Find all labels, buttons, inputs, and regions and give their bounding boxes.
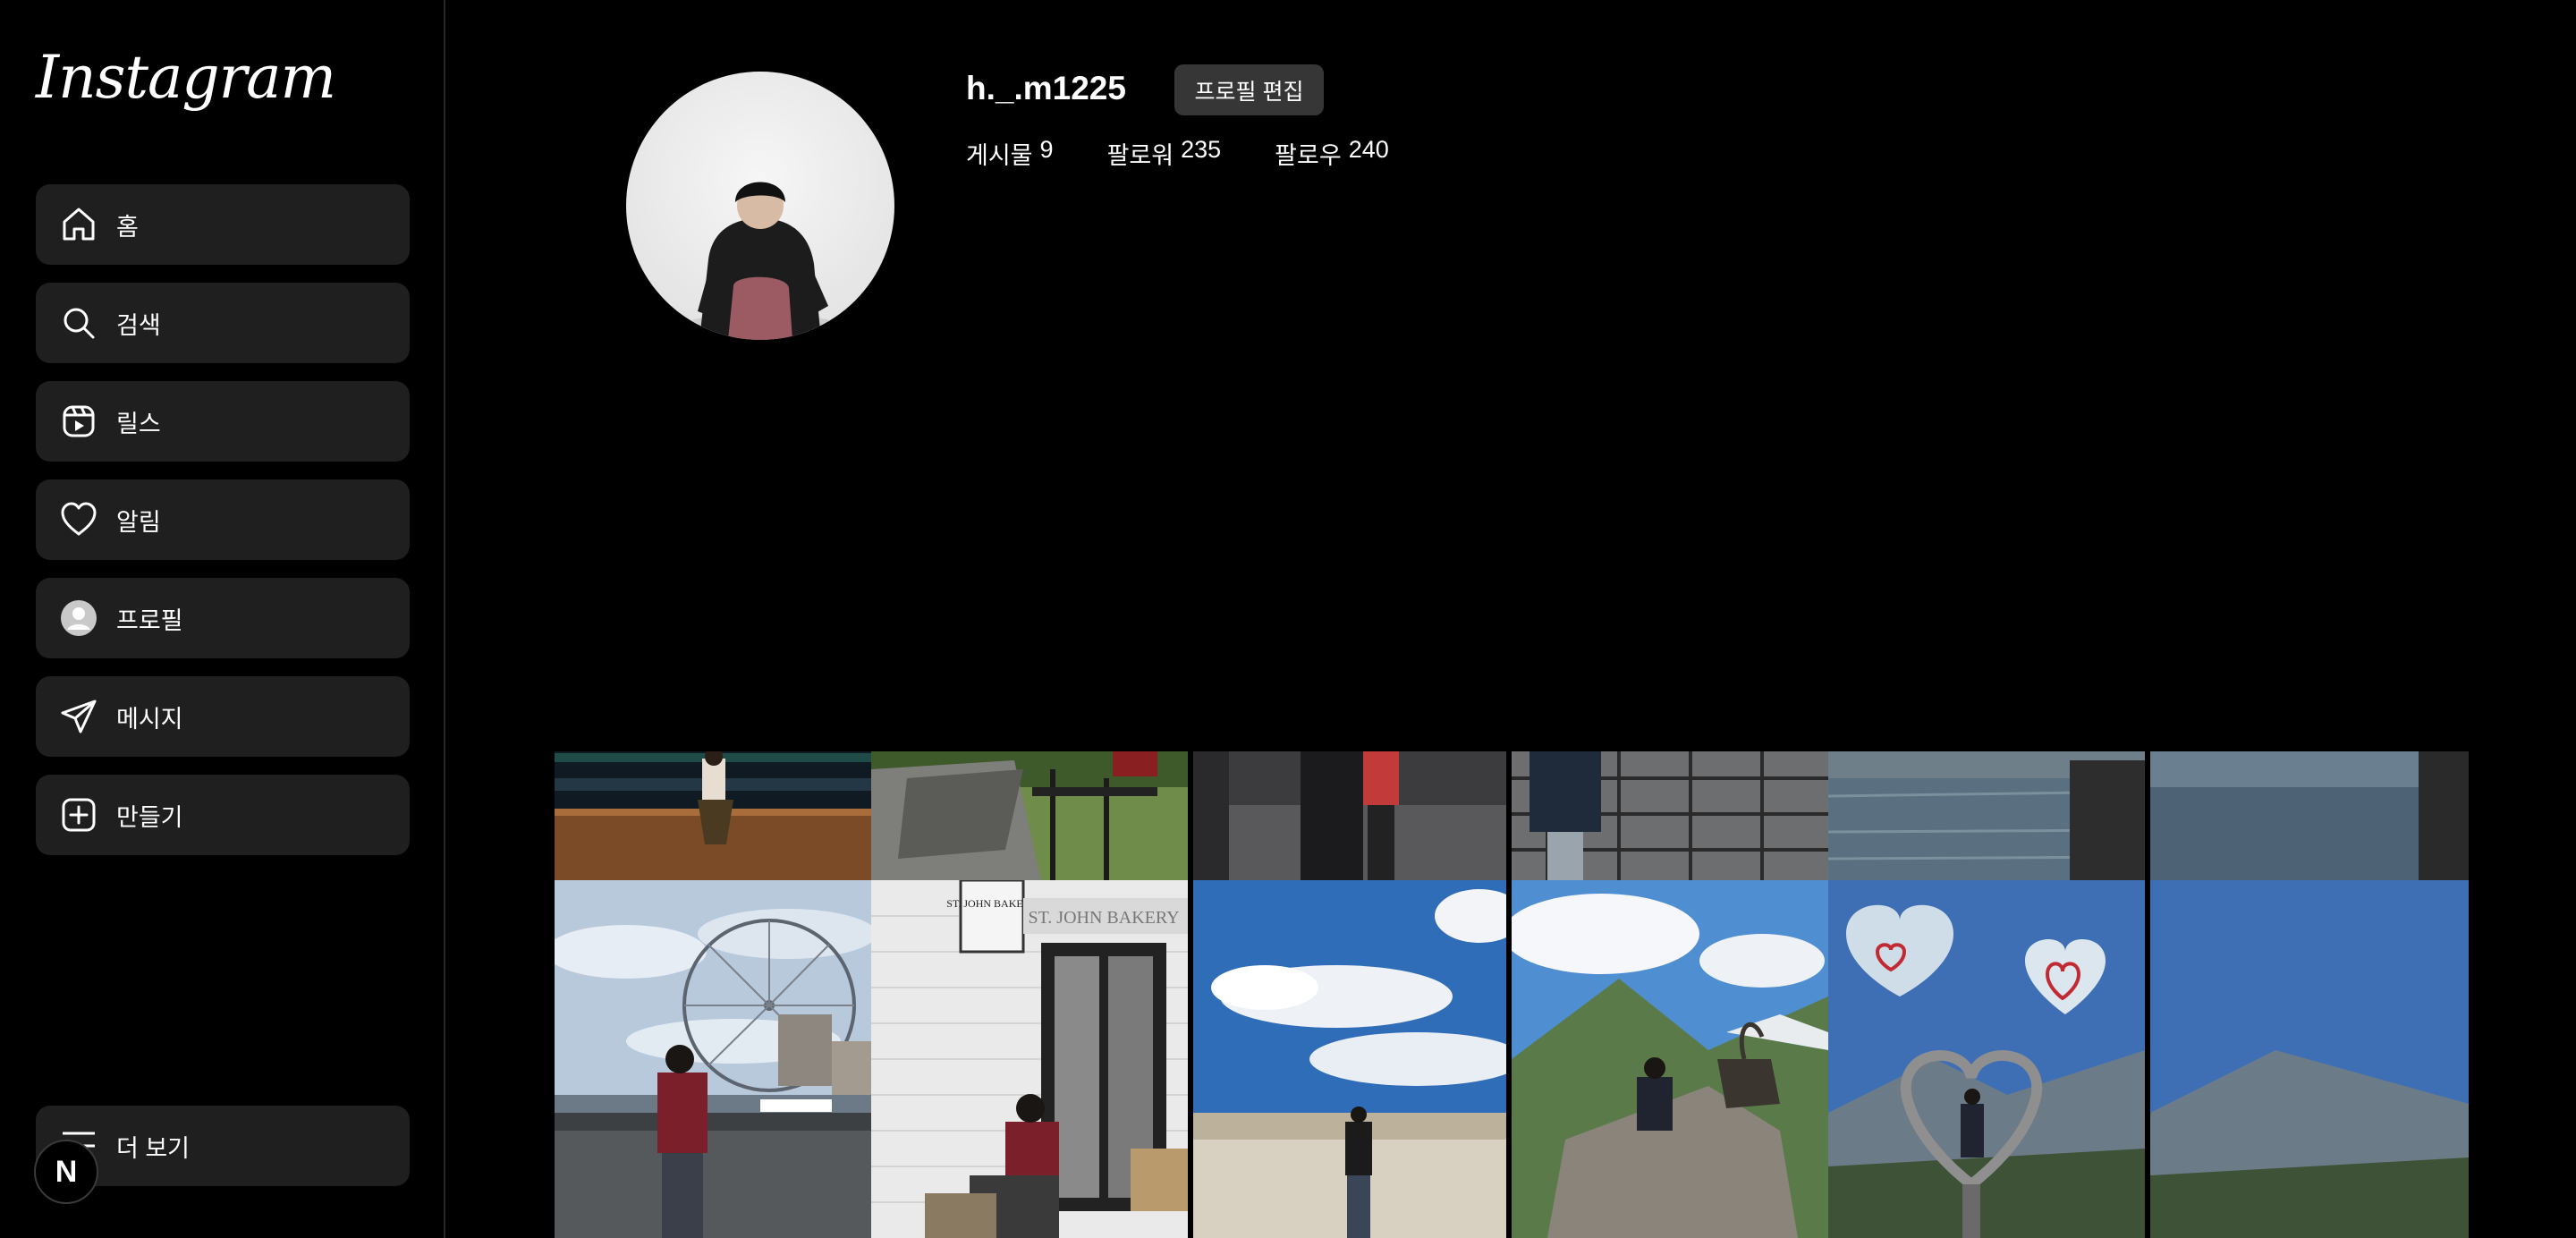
post-thumbnail[interactable]: ST. JOHN BAKERY ST. JOHN BAKERY [871,880,1188,1238]
paper-plane-icon [59,697,98,736]
sidebar-item-label: 검색 [116,311,161,339]
sidebar-item-profile[interactable]: 프로필 [36,578,410,658]
stat-value: 235 [1181,136,1222,163]
grid-divider [1506,751,1512,1238]
sidebar-item-notifications[interactable]: 알림 [36,479,410,560]
heart-icon [59,500,98,539]
post-thumbnail[interactable] [555,751,871,880]
sidebar-item-label: 만들기 [116,803,183,831]
sidebar-item-label: 릴스 [116,410,161,437]
stat-label: 팔로우 [1275,142,1342,169]
sidebar: Instagram 홈 검색 릴스 알림 프로필 메시지 만들기 더 보기 N [0,0,445,1238]
post-thumbnail[interactable] [2150,751,2469,880]
stat-followers[interactable]: 팔로워 235 [1107,136,1222,171]
profile-avatar[interactable] [626,72,894,340]
post-thumbnail[interactable] [555,880,871,1238]
instagram-logo[interactable]: Instagram [36,43,336,112]
home-icon [59,205,98,244]
sidebar-item-label: 프로필 [116,606,183,634]
edit-profile-button[interactable]: 프로필 편집 [1174,64,1324,115]
post-thumbnail[interactable] [1828,751,2145,880]
post-thumbnail[interactable] [871,751,1188,880]
search-icon [59,303,98,343]
posts-grid: ST. JOHN BAKERY ST. JOHN BAKERY [555,751,2469,1238]
stat-value: 240 [1348,136,1389,163]
bakery-storefront-text: ST. JOHN BAKERY [1028,908,1179,928]
sidebar-item-reels[interactable]: 릴스 [36,381,410,462]
reels-icon [59,402,98,441]
post-thumbnail[interactable] [1828,880,2145,1238]
post-thumbnail[interactable] [2150,880,2469,1238]
post-thumbnail[interactable] [1193,751,1506,880]
sidebar-item-messages[interactable]: 메시지 [36,676,410,757]
sidebar-item-search[interactable]: 검색 [36,283,410,363]
plus-square-icon [59,795,98,835]
sidebar-item-home[interactable]: 홈 [36,184,410,265]
stat-following[interactable]: 팔로우 240 [1275,136,1389,171]
profile-avatar-icon [59,598,98,638]
post-thumbnail[interactable] [1193,880,1506,1238]
stat-value: 9 [1039,136,1054,163]
grid-divider [1188,751,1193,1238]
dev-tools-badge[interactable]: N [34,1140,98,1204]
post-thumbnail[interactable] [1512,751,1828,880]
stat-posts[interactable]: 게시물 9 [966,136,1054,171]
post-thumbnail[interactable] [1512,880,1828,1238]
sidebar-item-label: 홈 [116,213,139,241]
sidebar-item-create[interactable]: 만들기 [36,775,410,855]
stat-label: 게시물 [966,142,1033,169]
sidebar-item-label: 알림 [116,508,161,536]
sidebar-item-label: 메시지 [116,705,183,733]
profile-stats: 게시물 9 팔로워 235 팔로우 240 [966,136,1443,171]
stat-label: 팔로워 [1106,142,1174,169]
profile-username: h._.m1225 [966,70,1126,106]
sidebar-item-label: 더 보기 [116,1134,191,1162]
